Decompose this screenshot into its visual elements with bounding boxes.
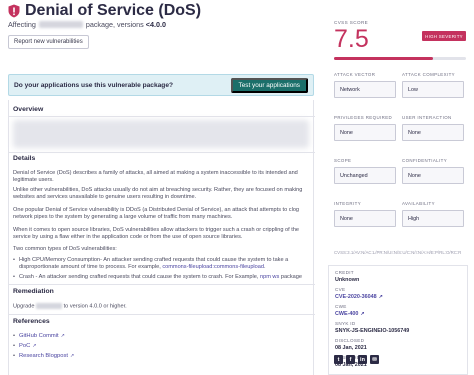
remediation-divider (9, 284, 315, 285)
cwe-label: CWE (335, 304, 347, 309)
severity-bar-fill (334, 57, 433, 60)
cvss-metric-label: PRIVILEGES REQUIRED (334, 115, 393, 120)
disclosed-label: DISCLOSED (335, 338, 365, 343)
affected-version-range: <4.0.0 (145, 20, 166, 29)
cwe-link[interactable]: CWE-400 ↗ (335, 311, 365, 317)
dos-type-item-1: • High CPU/Memory Consumption- An attack… (13, 257, 289, 270)
severity-badge: HIGH SEVERITY (422, 31, 466, 41)
vulnerability-title: Denial of Service (DoS) (25, 2, 202, 19)
cvss-score-card: CVSS SCORE 7.5 HIGH SEVERITY (328, 0, 474, 66)
dos-type-item-2: • Crash - An attacker sending crafted re… (13, 274, 302, 280)
cvss-metric-attack-vector: ATTACK VECTOR Network (334, 72, 396, 98)
disclosed-value: 08 Jan, 2021 (335, 345, 367, 351)
cvss-vector-string: CVSS:3.1/AV:N/AC:L/PR:N/UI:N/S:U/C:N/I:N… (334, 250, 462, 255)
redacted-overview-text (13, 120, 309, 148)
cvss-metric-attack-complexity: ATTACK COMPLEXITY Low (402, 72, 464, 98)
cvss-metric-value: None (334, 124, 396, 141)
details-paragraph-2: Unlike other vulnerabilities, DoS attack… (13, 187, 303, 200)
cvss-metric-value: None (334, 210, 396, 227)
cvss-metric-label: INTEGRITY (334, 201, 362, 206)
external-link-icon: ↗ (69, 353, 75, 359)
external-link-icon: ↗ (360, 311, 365, 317)
affecting-line: Affecting package, versions <4.0.0 (8, 20, 166, 29)
details-paragraph-1: Denial of Service (DoS) describes a fami… (13, 170, 298, 183)
references-divider (9, 314, 315, 315)
cvss-metric-value: Low (402, 81, 464, 98)
external-link-icon: ↗ (60, 333, 65, 339)
npm-link[interactable]: npm (260, 274, 271, 280)
shield-icon (8, 4, 20, 18)
cvss-metric-value: None (402, 167, 464, 184)
cvss-metric-integrity: INTEGRITY None (334, 201, 396, 227)
share-icons: t f in ✉ (334, 355, 379, 364)
cvss-metric-availability: AVAILABILITY High (402, 201, 464, 227)
overview-heading: Overview (13, 106, 44, 113)
linkedin-icon[interactable]: in (358, 355, 367, 364)
overview-divider (9, 116, 315, 117)
details-divider (9, 152, 315, 153)
cvss-metric-label: ATTACK VECTOR (334, 72, 376, 77)
cvss-metric-label: USER INTERACTION (402, 115, 452, 120)
cvss-metric-label: SCOPE (334, 158, 352, 163)
cvss-metric-value: High (402, 210, 464, 227)
severity-bar (334, 57, 466, 60)
banner-question: Do your applications use this vulnerable… (14, 81, 174, 89)
affecting-middle: package, versions (85, 20, 144, 29)
cve-link[interactable]: CVE-2020-36048 ↗ (335, 294, 383, 300)
references-heading: References (13, 318, 50, 325)
test-apps-banner: Do your applications use this vulnerable… (8, 74, 314, 96)
cvss-metric-privileges-required: PRIVILEGES REQUIRED None (334, 115, 396, 141)
cvss-metric-user-interaction: USER INTERACTION None (402, 115, 464, 141)
credit-label: CREDIT (335, 270, 354, 275)
reference-poc[interactable]: • PoC ↗ (13, 343, 37, 349)
details-heading: Details (13, 155, 36, 162)
details-paragraph-4: When it comes to open source libraries, … (13, 227, 300, 240)
cvss-score-value: 7.5 (334, 25, 369, 53)
external-link-icon: ↗ (32, 343, 37, 349)
cvss-metric-confidentiality: CONFIDENTIALITY None (402, 158, 464, 184)
credit-value: Unknown (335, 277, 360, 283)
page-title: Denial of Service (DoS) (8, 2, 201, 20)
details-paragraph-3: One popular Denial of Service vulnerabil… (13, 207, 300, 220)
remediation-text: Upgrade to version 4.0.0 or higher. (13, 303, 127, 310)
details-paragraph-5: Two common types of DoS vulnerabilities: (13, 246, 117, 252)
redacted-package-name (38, 21, 83, 28)
affecting-prefix: Affecting (8, 20, 36, 29)
cvss-metric-label: AVAILABILITY (402, 201, 435, 206)
vulnerability-details-panel: Overview Details Denial of Service (DoS)… (8, 100, 315, 375)
test-applications-button[interactable]: Test your applications (230, 78, 308, 93)
cvss-metric-value: Network (334, 81, 396, 98)
external-link-icon: ↗ (378, 294, 383, 300)
remediation-heading: Remediation (13, 288, 54, 295)
cvss-metric-label: CONFIDENTIALITY (402, 158, 448, 163)
dos-type-item-2-text: Crash - An attacker sending crafted requ… (19, 274, 259, 280)
reference-research-blogpost[interactable]: • Research Blogpost ↗ (13, 353, 75, 359)
cve-label: CVE (335, 287, 346, 292)
report-vulnerabilities-button[interactable]: Report new vulnerabilities (8, 35, 89, 49)
cvss-metric-value: Unchanged (334, 167, 396, 184)
snyk-id-value: SNYK-JS-ENGINEIO-1056749 (335, 328, 410, 334)
ws-link[interactable]: ws (272, 274, 279, 280)
snyk-id-label: SNYK ID (335, 321, 356, 326)
email-icon[interactable]: ✉ (370, 355, 379, 364)
redacted-package-name-2 (36, 303, 63, 309)
commons-fileupload-link[interactable]: commons-fileupload:commons-fileupload (162, 264, 264, 270)
cvss-metric-value: None (402, 124, 464, 141)
facebook-icon[interactable]: f (346, 355, 355, 364)
cvss-metric-scope: SCOPE Unchanged (334, 158, 396, 184)
twitter-icon[interactable]: t (334, 355, 343, 364)
reference-github-commit[interactable]: • GitHub Commit ↗ (13, 333, 65, 339)
cvss-metric-label: ATTACK COMPLEXITY (402, 72, 455, 77)
